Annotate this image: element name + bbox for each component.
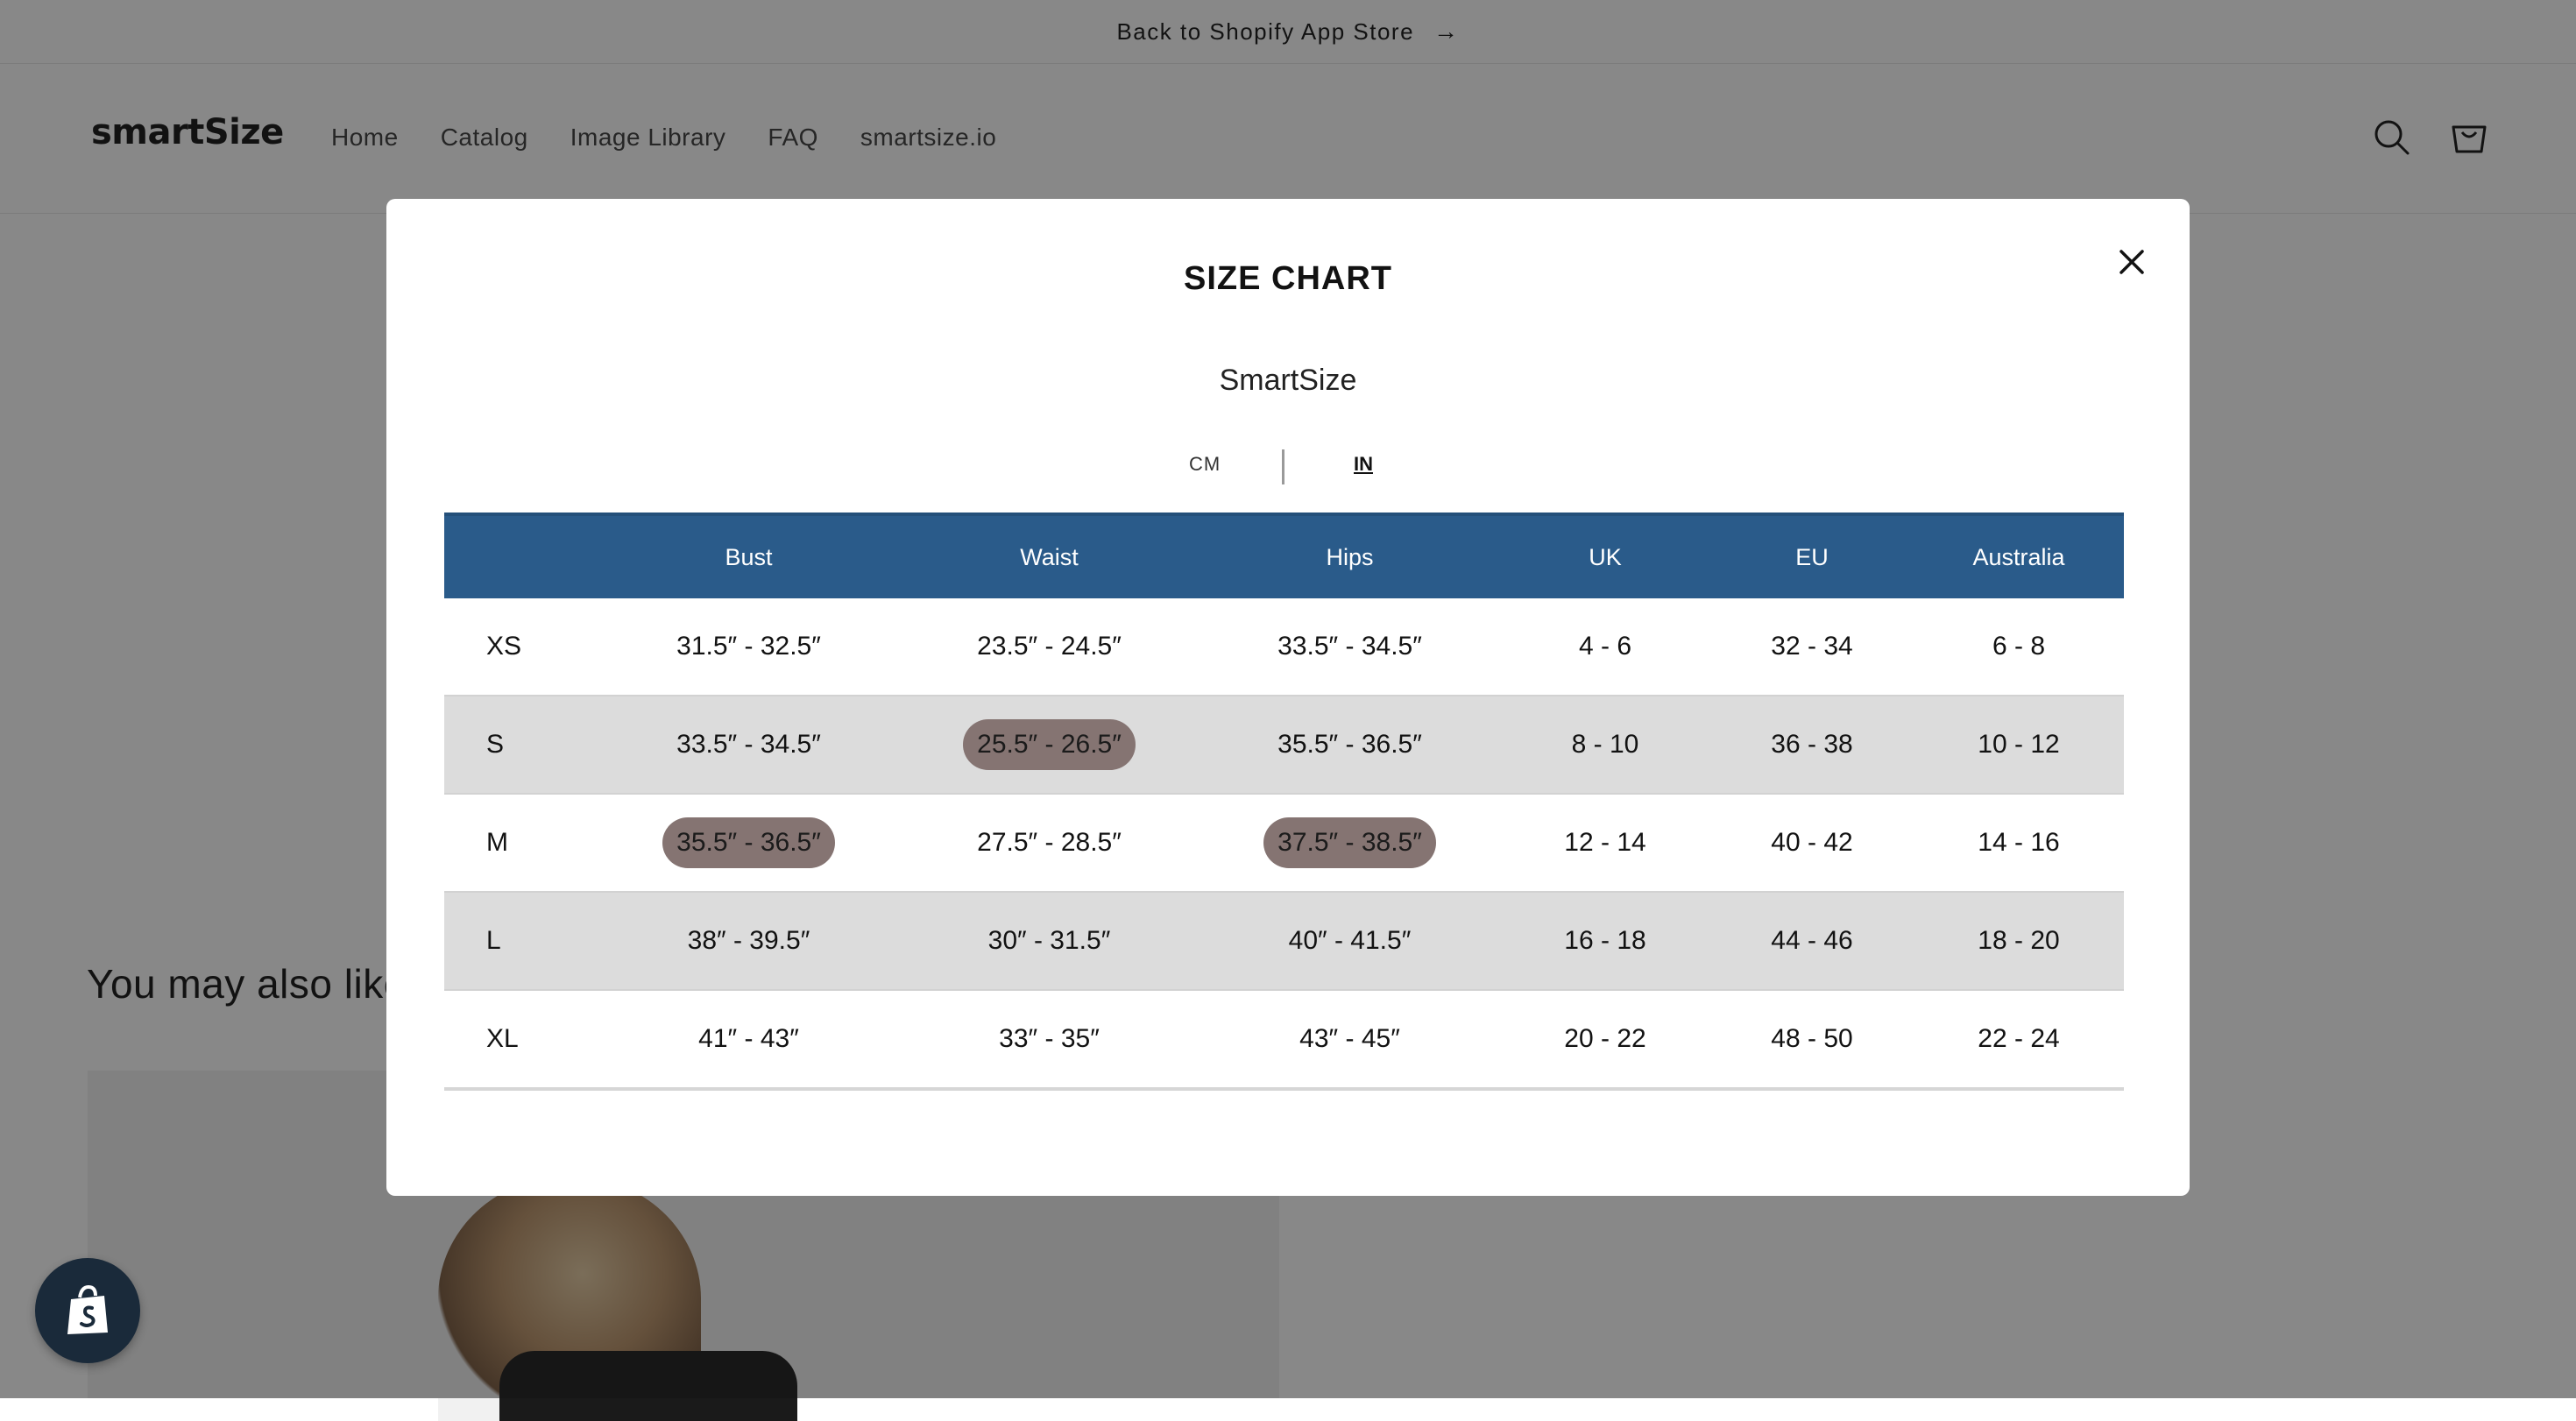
shopify-logo-icon [67,1284,108,1334]
eu-value: 44 - 46 [1771,926,1853,955]
table-header: Bust Waist Hips UK EU Australia [444,513,2124,598]
hips-value: 35.5″ - 36.5″ [1277,730,1422,759]
eu-value: 36 - 38 [1771,730,1853,759]
size-label: L [486,926,501,955]
header-hips: Hips [1326,543,1374,570]
size-label: M [486,828,508,857]
brand-name: SmartSize [1219,364,1357,397]
hips-value: 43″ - 45″ [1299,1024,1400,1053]
hips-value-highlight: 37.5″ - 38.5″ [1200,795,1500,891]
eu-value: 48 - 50 [1771,1024,1853,1053]
unit-cm-button[interactable]: CM [1189,453,1221,476]
unit-in-button[interactable]: IN [1354,453,1373,476]
unit-divider [1282,449,1284,484]
bust-value: 33.5″ - 34.5″ [676,730,821,759]
waist-value-highlight: 25.5″ - 26.5″ [899,696,1200,793]
size-chart-modal: SIZE CHART SmartSize CM IN Bust Waist Hi… [386,199,2190,1196]
au-value: 22 - 24 [1978,1024,2060,1053]
size-label: XL [486,1024,519,1053]
uk-value: 20 - 22 [1564,1024,1646,1053]
header-size [444,516,598,598]
table-row: L 38″ - 39.5″ 30″ - 31.5″ 40″ - 41.5″ 16… [444,893,2124,991]
hips-value: 33.5″ - 34.5″ [1277,632,1422,661]
waist-value: 30″ - 31.5″ [987,926,1111,955]
size-label: S [486,730,505,759]
table-row: XS 31.5″ - 32.5″ 23.5″ - 24.5″ 33.5″ - 3… [444,598,2124,696]
bust-value: 41″ - 43″ [698,1024,799,1053]
header-waist: Waist [1020,543,1079,570]
header-bust: Bust [725,543,773,570]
uk-value: 8 - 10 [1571,730,1639,759]
waist-value: 27.5″ - 28.5″ [977,828,1122,857]
modal-title: SIZE CHART [1184,260,1392,297]
header-uk: UK [1589,543,1622,570]
hips-value: 40″ - 41.5″ [1288,926,1412,955]
waist-value: 23.5″ - 24.5″ [977,632,1122,661]
bust-value: 31.5″ - 32.5″ [676,632,821,661]
header-australia: Australia [1972,543,2065,570]
unit-toggle: CM IN [386,449,2190,488]
table-row: M 35.5″ - 36.5″ 27.5″ - 28.5″ 37.5″ - 38… [444,795,2124,893]
header-eu: EU [1795,543,1829,570]
bust-value-highlight: 35.5″ - 36.5″ [598,795,899,891]
table-row: S 33.5″ - 34.5″ 25.5″ - 26.5″ 35.5″ - 36… [444,696,2124,795]
uk-value: 4 - 6 [1578,632,1632,661]
uk-value: 12 - 14 [1564,828,1646,857]
table-row: XL 41″ - 43″ 33″ - 35″ 43″ - 45″ 20 - 22… [444,991,2124,1091]
eu-value: 32 - 34 [1771,632,1853,661]
waist-value: 33″ - 35″ [999,1024,1100,1053]
au-value: 18 - 20 [1978,926,2060,955]
uk-value: 16 - 18 [1564,926,1646,955]
highlight-pill: 37.5″ - 38.5″ [1263,817,1436,868]
eu-value: 40 - 42 [1771,828,1853,857]
highlight-pill: 25.5″ - 26.5″ [963,719,1136,770]
au-value: 10 - 12 [1978,730,2060,759]
highlight-pill: 35.5″ - 36.5″ [662,817,835,868]
shopify-bag-icon[interactable] [35,1258,140,1363]
au-value: 14 - 16 [1978,828,2060,857]
size-label: XS [486,632,522,661]
bust-value: 38″ - 39.5″ [687,926,810,955]
size-table: Bust Waist Hips UK EU Australia XS 31.5″… [444,513,2124,1091]
au-value: 6 - 8 [1992,632,2046,661]
